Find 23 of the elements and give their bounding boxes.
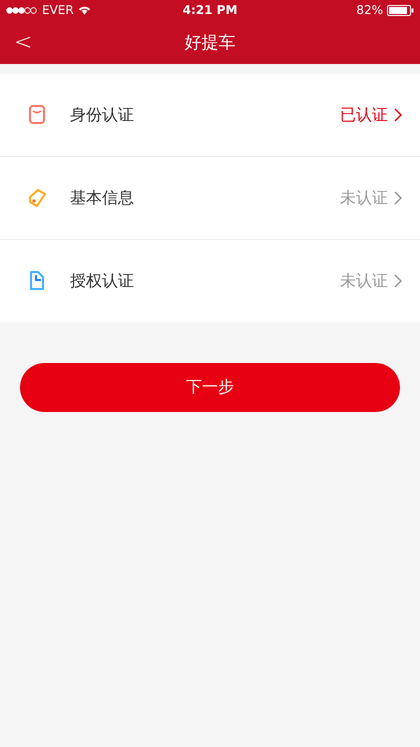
list-item[interactable]: 授权认证 未认证 bbox=[0, 240, 420, 322]
item-label: 身份认证 bbox=[70, 104, 135, 126]
wifi-icon bbox=[78, 5, 91, 15]
chevron-icon bbox=[394, 274, 402, 288]
chevron-icon bbox=[394, 108, 402, 122]
card-icon bbox=[26, 104, 48, 126]
signal-icon bbox=[6, 6, 38, 14]
list-item[interactable]: 基本信息 未认证 bbox=[0, 157, 420, 240]
battery-icon bbox=[387, 4, 414, 16]
next-button[interactable]: 下一步 bbox=[20, 363, 400, 412]
chevron-icon bbox=[394, 191, 402, 205]
item-status: 未认证 bbox=[340, 188, 388, 208]
item-status: 未认证 bbox=[340, 270, 388, 292]
back-button[interactable]: < bbox=[14, 30, 32, 54]
item-label: 授权认证 bbox=[70, 270, 135, 292]
list-item[interactable]: 身份认证 已认证 bbox=[0, 74, 420, 157]
battery-percent: 82% bbox=[356, 3, 384, 17]
status-time: 4:21 PM bbox=[182, 3, 238, 17]
page-title: 好提车 bbox=[184, 32, 236, 54]
tag-icon bbox=[26, 187, 48, 209]
carrier-name: EVER bbox=[42, 3, 74, 17]
item-status: 已认证 bbox=[340, 104, 388, 126]
item-label: 基本信息 bbox=[70, 188, 135, 208]
